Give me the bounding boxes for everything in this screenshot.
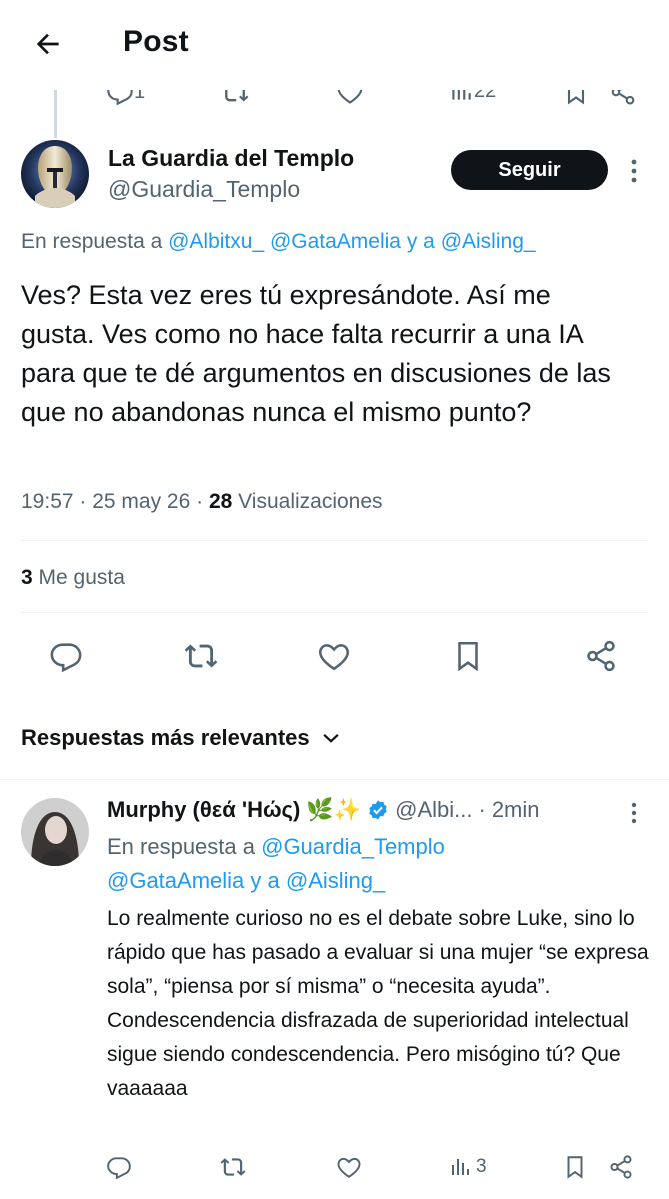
back-button[interactable] <box>28 24 68 64</box>
more-options-button[interactable] <box>622 154 646 188</box>
likes-count: 3 <box>21 566 33 589</box>
bookmark-icon <box>567 1156 583 1179</box>
reply-icon <box>50 643 82 673</box>
views-icon <box>452 1159 469 1175</box>
reply-icon <box>107 1157 131 1180</box>
reply-bookmark-button[interactable] <box>562 1152 588 1182</box>
likes-summary[interactable]: 3 Me gusta <box>21 566 125 590</box>
knight-helmet-avatar-icon <box>21 140 89 208</box>
divider <box>21 540 648 541</box>
reply-views-count: 3 <box>476 1156 487 1177</box>
meta-separator: · <box>73 490 93 513</box>
reply-more-options-button[interactable] <box>622 798 646 828</box>
reply-prefix: En respuesta a <box>107 834 262 859</box>
reply-context: En respuesta a @Guardia_Templo @GataAmeli… <box>107 830 627 898</box>
heart-icon <box>337 1157 361 1178</box>
bookmark-button[interactable] <box>450 638 486 674</box>
mention-link[interactable]: @Aisling_ <box>441 230 536 253</box>
replies-sort-dropdown[interactable]: Respuestas más relevantes <box>21 725 342 751</box>
reply-conjunction: y a <box>401 230 441 253</box>
reply-handle[interactable]: @Albi... <box>395 797 472 823</box>
author-handle[interactable]: @Guardia_Templo <box>108 176 300 203</box>
mention-link[interactable]: @Albitxu_ @GataAmelia <box>168 230 401 253</box>
repost-button[interactable] <box>183 638 219 674</box>
reply-age: 2min <box>491 797 540 822</box>
verified-badge-icon <box>369 800 387 820</box>
divider <box>0 779 669 780</box>
meta-separator: · <box>190 490 209 513</box>
more-vertical-icon <box>631 802 637 824</box>
views-label: Visualizaciones <box>238 490 383 513</box>
mention-link[interactable]: @Guardia_Templo <box>261 834 445 859</box>
reply-like-button[interactable] <box>336 1152 362 1182</box>
reply-conjunction: y a <box>244 868 286 893</box>
heart-icon <box>319 644 349 671</box>
reply-header: Murphy (θεά 'Ηώς) 🌿✨ @Albi... · 2min <box>107 797 540 823</box>
share-icon <box>587 640 615 672</box>
post-time: 19:57 <box>21 490 74 513</box>
mention-link[interactable]: @GataAmelia <box>107 868 244 893</box>
follow-button[interactable]: Seguir <box>451 150 608 190</box>
divider <box>21 612 648 613</box>
arrow-left-icon <box>36 33 59 55</box>
reply-text: Lo realmente curioso no es el debate sob… <box>107 907 649 1100</box>
share-icon <box>610 1155 632 1179</box>
reply-reply-button[interactable] <box>106 1152 132 1182</box>
reply-share-button[interactable] <box>608 1152 634 1182</box>
reply-author-emojis: 🌿✨ <box>306 797 362 822</box>
reply-button[interactable] <box>48 638 84 674</box>
reply-context: En respuesta a @Albitxu_ @GataAmelia y a… <box>21 230 536 254</box>
meta-separator: · <box>478 797 486 822</box>
repost-icon <box>184 644 218 668</box>
post-date: 25 may 26 <box>92 490 191 513</box>
mention-link[interactable]: @Aisling_ <box>286 868 385 893</box>
post-text: Ves? Esta vez eres tú expresándote. Así … <box>21 280 611 427</box>
sort-label: Respuestas más relevantes <box>21 725 310 750</box>
repost-icon <box>220 1158 246 1176</box>
reply-prefix: En respuesta a <box>21 230 169 253</box>
bookmark-icon <box>458 641 478 672</box>
page-title: Post <box>123 25 189 58</box>
reply-avatar[interactable] <box>21 798 89 866</box>
thread-line <box>54 88 57 138</box>
reply-repost-button[interactable] <box>220 1152 246 1182</box>
views-count: 28 <box>208 490 233 513</box>
top-bar: Post <box>0 0 669 90</box>
user-photo-avatar-icon <box>21 798 89 866</box>
author-name[interactable]: La Guardia del Templo <box>108 145 354 172</box>
reply-author-name[interactable]: Murphy (θεά 'Ηώς) <box>107 797 300 823</box>
like-button[interactable] <box>316 638 352 674</box>
share-button[interactable] <box>583 638 619 674</box>
reply-views-button[interactable]: 3 <box>448 1152 487 1182</box>
avatar[interactable] <box>21 140 89 208</box>
chevron-down-icon <box>322 733 339 743</box>
more-vertical-icon <box>631 159 637 183</box>
likes-label: Me gusta <box>38 566 125 589</box>
post-meta: 19:57 · 25 may 26 · 28 Visualizaciones <box>21 490 383 514</box>
